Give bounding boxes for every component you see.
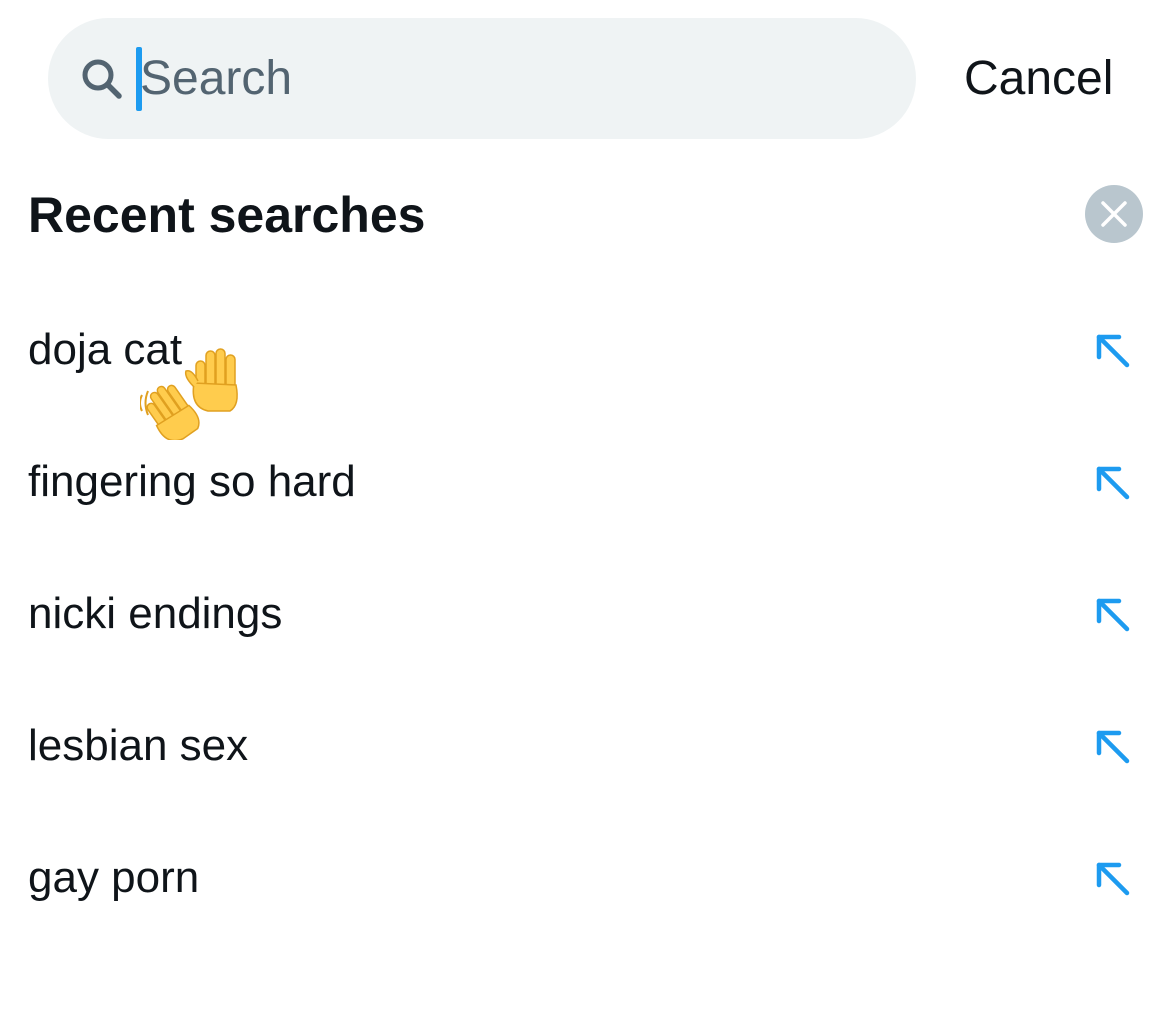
cancel-button[interactable]: Cancel: [964, 46, 1113, 112]
search-bar[interactable]: [48, 18, 916, 139]
recent-search-item[interactable]: gay porn: [0, 812, 1169, 944]
arrow-up-left-icon[interactable]: [1092, 858, 1132, 898]
close-icon: [1099, 199, 1129, 229]
search-input[interactable]: [140, 43, 800, 114]
waving-hands-icon: [139, 345, 250, 442]
arrow-up-left-icon[interactable]: [1092, 462, 1132, 502]
recent-search-label: nicki endings: [28, 589, 283, 638]
search-icon: [78, 55, 126, 103]
recent-search-label: lesbian sex: [28, 721, 249, 770]
recent-search-label: gay porn: [28, 853, 200, 902]
recent-search-item[interactable]: nicki endings: [0, 548, 1169, 680]
arrow-up-left-icon[interactable]: [1092, 330, 1132, 370]
arrow-up-left-icon[interactable]: [1092, 594, 1132, 634]
clear-recent-searches-button[interactable]: [1085, 185, 1143, 243]
recent-search-item[interactable]: lesbian sex: [0, 680, 1169, 812]
recent-searches-title: Recent searches: [28, 187, 426, 243]
arrow-up-left-icon[interactable]: [1092, 726, 1132, 766]
recent-search-label: fingering so hard: [28, 457, 356, 506]
